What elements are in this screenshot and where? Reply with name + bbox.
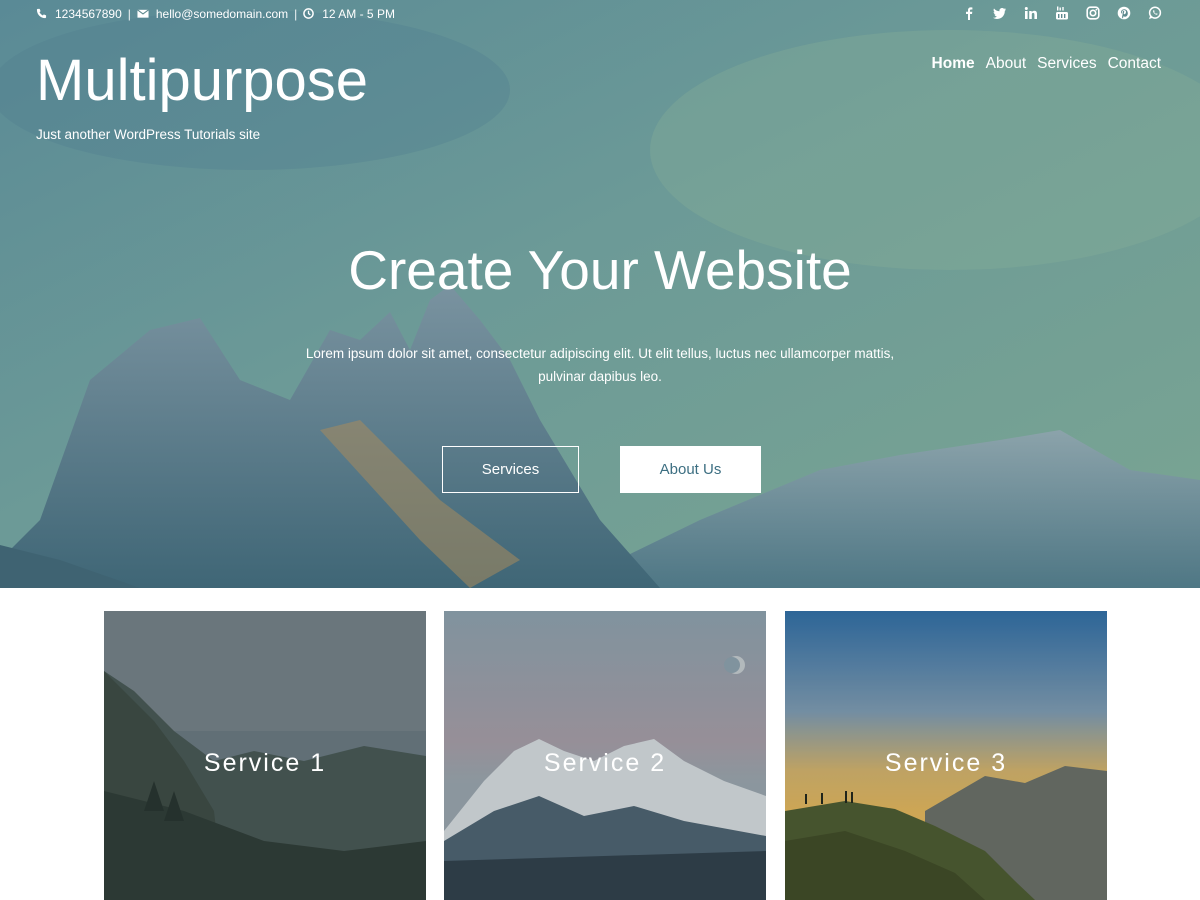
service-card-1[interactable]: Service 1 [104, 611, 426, 900]
nav-item-about[interactable]: About [986, 55, 1027, 73]
email-info: hello@somedomain.com [137, 7, 288, 21]
phone-info: 1234567890 [36, 7, 122, 21]
about-us-button[interactable]: About Us [620, 446, 761, 493]
site-title[interactable]: Multipurpose [36, 48, 368, 114]
hours-info: 12 AM - 5 PM [303, 7, 395, 21]
hero-title: Create Your Website [348, 239, 852, 301]
hero-description: Lorem ipsum dolor sit amet, consectetur … [305, 346, 895, 384]
linkedin-icon[interactable] [1024, 6, 1038, 20]
contact-topbar: 1234567890 | hello@somedomain.com | 12 A… [36, 7, 395, 21]
nav-item-home[interactable]: Home [932, 55, 975, 73]
clock-icon [303, 8, 315, 20]
service-card-2[interactable]: Service 2 [444, 611, 766, 900]
social-links [962, 6, 1162, 20]
site-tagline: Just another WordPress Tutorials site [36, 127, 261, 142]
phone-icon [36, 8, 48, 20]
opening-hours: 12 AM - 5 PM [322, 7, 395, 21]
facebook-icon[interactable] [962, 6, 976, 20]
email-address[interactable]: hello@somedomain.com [156, 7, 288, 21]
service-3-label: Service 3 [884, 749, 1008, 777]
service-2-label: Service 2 [543, 749, 667, 777]
main-navigation: Home About Services Contact [932, 55, 1161, 73]
instagram-icon[interactable] [1086, 6, 1100, 20]
pinterest-icon[interactable] [1117, 6, 1131, 20]
nav-item-contact[interactable]: Contact [1108, 55, 1161, 73]
twitter-icon[interactable] [993, 6, 1007, 20]
separator: | [294, 7, 298, 21]
service-card-3[interactable]: Service 3 [785, 611, 1107, 900]
youtube-icon[interactable] [1055, 6, 1069, 20]
hero-section: 1234567890 | hello@somedomain.com | 12 A… [0, 0, 1200, 588]
nav-item-services[interactable]: Services [1037, 55, 1096, 73]
service-1-label: Service 1 [203, 749, 327, 777]
separator: | [127, 7, 131, 21]
services-button[interactable]: Services [442, 446, 579, 493]
phone-number[interactable]: 1234567890 [55, 7, 122, 21]
whatsapp-icon[interactable] [1148, 6, 1162, 20]
envelope-icon [137, 8, 149, 20]
